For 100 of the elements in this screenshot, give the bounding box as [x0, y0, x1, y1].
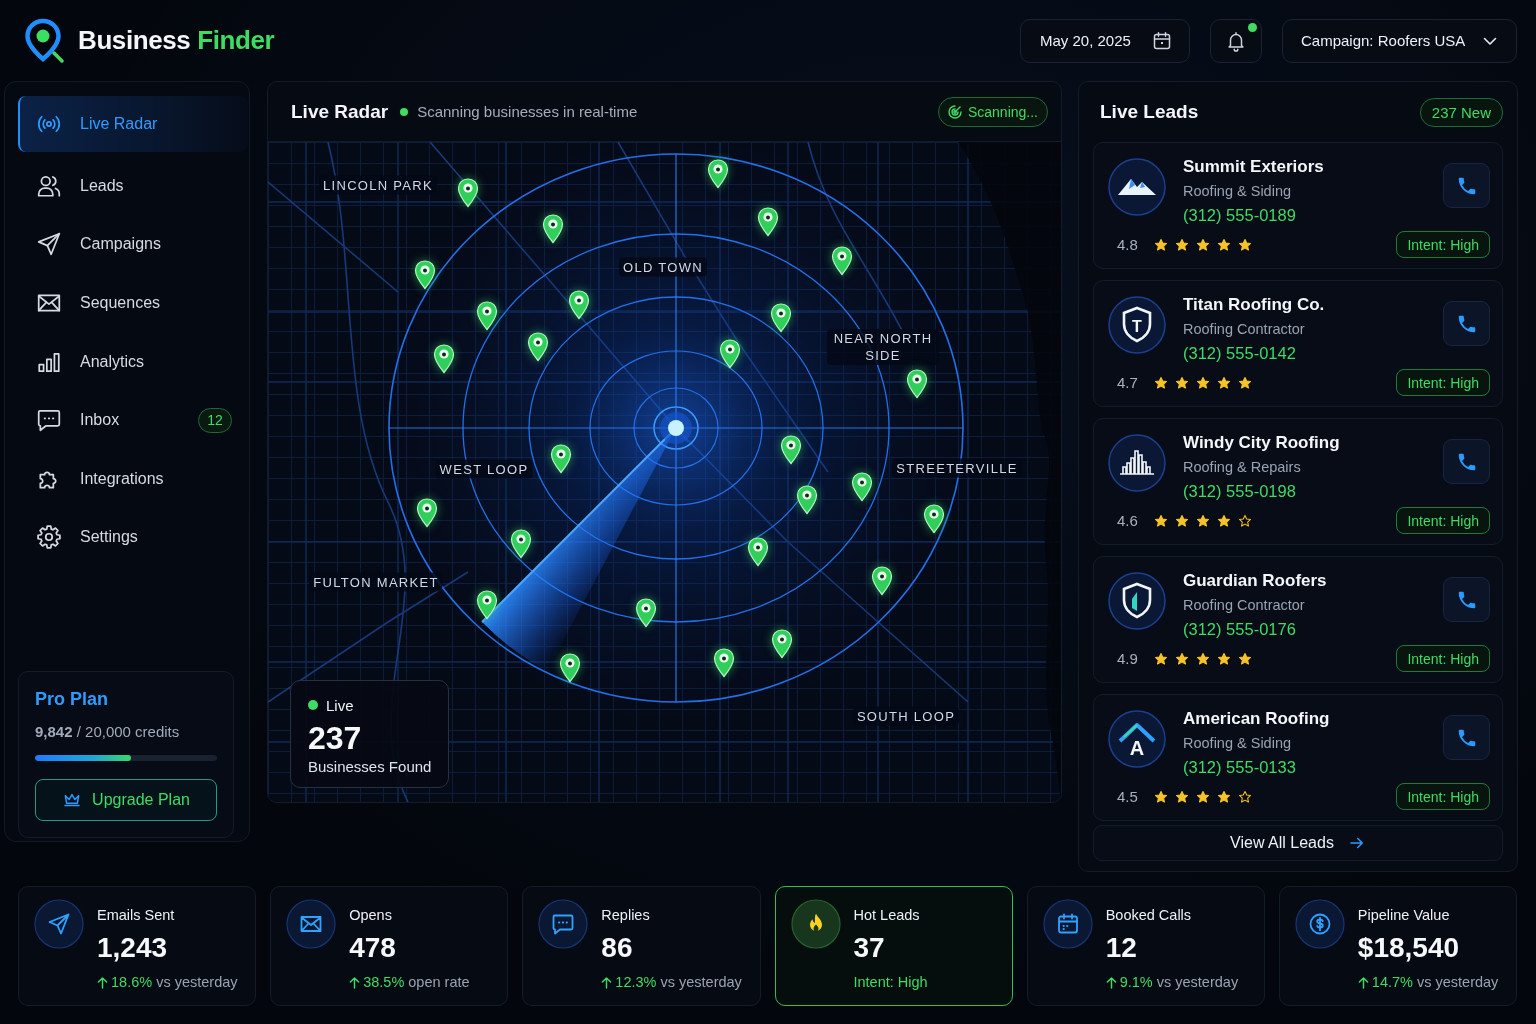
star-icon [1196, 651, 1210, 666]
map-pin-icon[interactable] [796, 485, 818, 515]
map-pin-icon[interactable] [414, 260, 436, 290]
intent-badge: Intent: High [1396, 507, 1490, 534]
nav-item[interactable]: Analytics [18, 332, 248, 391]
lead-card[interactable]: Windy City Roofing Roofing & Repairs (312) 555-0198 4.6 Intent: High [1093, 418, 1503, 545]
star-icon [1175, 237, 1189, 252]
upgrade-plan-button[interactable]: Upgrade Plan [35, 779, 217, 821]
phone-number: (312) 555-0142 [1183, 343, 1297, 364]
stat-value: 37 [853, 931, 886, 965]
stat-label: Hot Leads [853, 906, 921, 925]
map-area-label: SOUTH LOOP [852, 706, 960, 726]
nav-item[interactable]: Live Radar [18, 96, 248, 152]
map-pin-icon[interactable] [635, 598, 657, 628]
lead-card[interactable]: Guardian Roofers Roofing Contractor (312) 555-0176 4.9 Intent: High [1093, 556, 1503, 683]
phone-number: (312) 555-0189 [1183, 205, 1297, 226]
unread-count-badge: 12 [198, 407, 232, 433]
nav-item[interactable]: Inbox 12 [18, 390, 248, 450]
stat-value: 12 [1105, 931, 1138, 965]
map-area-label: OLD TOWN [619, 257, 707, 277]
map-pin-icon[interactable] [527, 332, 549, 362]
stat-value: 86 [601, 931, 634, 965]
lead-card[interactable]: T Titan Roofing Co. Roofing Contractor (312) 555-0142 4.7 Intent: High [1093, 280, 1503, 407]
businesses-caption: Businesses Found [308, 757, 433, 777]
nav-item[interactable]: Sequences [18, 273, 248, 333]
date-picker[interactable]: May 20, 2025 [1020, 18, 1190, 63]
map-pin-icon[interactable] [476, 590, 498, 620]
panel-subtitle: Scanning businesses in real-time [417, 103, 638, 120]
lead-card[interactable]: Summit Exteriors Roofing & Siding (312) 555-0189 4.8 Intent: High [1093, 142, 1503, 269]
arrow-up-icon [1105, 975, 1117, 989]
star-icon [1196, 513, 1210, 528]
nav-item[interactable]: Settings [18, 508, 248, 567]
call-button[interactable] [1443, 301, 1490, 346]
map-pin-icon[interactable] [713, 648, 735, 678]
map-pin-icon[interactable] [707, 159, 729, 189]
map-pin-icon[interactable] [510, 529, 532, 559]
stat-label: Emails Sent [97, 906, 176, 925]
arrow-up-icon [1357, 975, 1369, 989]
map-pin-icon[interactable] [906, 369, 928, 399]
call-button[interactable] [1443, 577, 1490, 622]
call-button[interactable] [1443, 163, 1490, 208]
map-pin-icon[interactable] [719, 339, 741, 369]
map-pin-icon[interactable] [433, 344, 455, 374]
company-category: Roofing & Repairs [1183, 458, 1302, 477]
map-pin-icon[interactable] [771, 629, 793, 659]
rating-value: 4.5 [1117, 788, 1139, 805]
businesses-count: 237 [308, 720, 363, 756]
paper-plane-icon [36, 231, 62, 258]
star-icon [1196, 375, 1210, 390]
stat-note: Intent: High [853, 973, 928, 992]
arrow-up-icon [601, 975, 613, 989]
map-pin-icon[interactable] [568, 290, 590, 320]
company-name: Windy City Roofing [1183, 433, 1340, 453]
campaign-dropdown[interactable]: Campaign: Roofers USA [1282, 18, 1517, 63]
lead-card[interactable]: A American Roofing Roofing & Siding (312) 555-0133 4.5 Intent: High [1093, 694, 1503, 821]
map-pin-icon[interactable] [550, 444, 572, 474]
panel-title: Live Leads [1100, 101, 1199, 123]
map-area-label: WEST LOOP [435, 459, 533, 479]
phone-number: (312) 555-0176 [1183, 619, 1297, 640]
view-all-leads-button[interactable]: View All Leads [1093, 825, 1503, 861]
star-icon [1175, 789, 1189, 804]
map-pin-icon[interactable] [559, 653, 581, 683]
app-title: Business Finder [78, 25, 275, 56]
live-label: Live [326, 696, 354, 714]
call-button[interactable] [1443, 439, 1490, 484]
star-icon [1154, 651, 1168, 666]
map-pin-icon[interactable] [476, 301, 498, 331]
nav-item[interactable]: Leads [18, 156, 248, 216]
notifications-button[interactable] [1210, 18, 1262, 63]
map-pin-icon[interactable] [780, 435, 802, 465]
star-icon [1196, 237, 1210, 252]
map-pin-icon[interactable] [851, 472, 873, 502]
nav-item[interactable]: Campaigns [18, 215, 248, 274]
map-pin-icon[interactable] [871, 566, 893, 596]
map-pin-icon[interactable] [923, 504, 945, 534]
star-icon [1217, 651, 1231, 666]
star-icon [1196, 789, 1210, 804]
star-icon [1175, 513, 1189, 528]
phone-number: (312) 555-0198 [1183, 481, 1297, 502]
arrow-up-icon [349, 975, 361, 989]
map-pin-icon[interactable] [831, 246, 853, 276]
stat-change-text: 12.3% vs yesterday [615, 974, 742, 990]
settings-icon [36, 524, 62, 551]
company-category: Roofing Contractor [1183, 596, 1306, 615]
map-pin-icon[interactable] [747, 537, 769, 567]
mountain-logo-icon [1108, 158, 1166, 216]
company-name: Summit Exteriors [1183, 157, 1324, 177]
panel-title: Live Radar [291, 100, 389, 123]
map-pin-icon[interactable] [457, 178, 479, 208]
nav-item[interactable]: Integrations [18, 449, 248, 509]
shield-logo-icon [1108, 572, 1166, 630]
map-pin-icon[interactable] [757, 207, 779, 237]
flame-icon [790, 899, 841, 949]
paper-plane-icon [34, 899, 84, 949]
map-pin-icon[interactable] [542, 214, 564, 244]
stat-label: Pipeline Value [1357, 906, 1451, 925]
map-pin-icon[interactable] [770, 303, 792, 333]
map-pin-icon[interactable] [416, 498, 438, 528]
call-button[interactable] [1443, 715, 1490, 760]
stat-value: $18,540 [1357, 931, 1461, 965]
